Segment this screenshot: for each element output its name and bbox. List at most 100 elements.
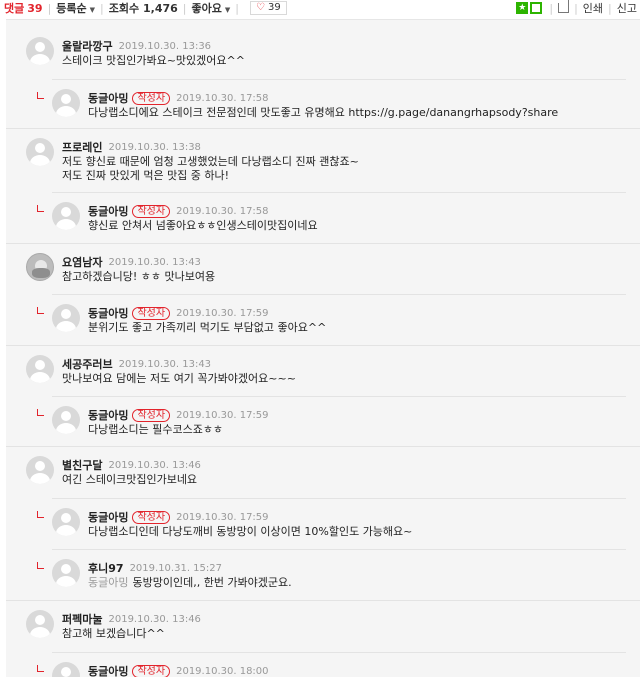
avatar[interactable]	[52, 202, 80, 230]
comment-author[interactable]: 동글아밍	[88, 663, 128, 677]
divider: |	[100, 1, 104, 15]
comment-author[interactable]: 세공주러브	[62, 356, 113, 372]
comment-author[interactable]: 퍼펙마눌	[62, 611, 102, 627]
comment-author[interactable]: 동글아밍	[88, 509, 128, 525]
comment-date: 2019.10.30. 13:43	[108, 256, 201, 268]
writer-badge: 작성자	[132, 204, 171, 218]
sort-dropdown[interactable]: 등록순 ▼	[56, 0, 95, 16]
writer-badge: 작성자	[132, 510, 171, 524]
comment-date: 2019.10.30. 13:46	[108, 613, 201, 625]
comment-text: 다낭랩소디는 필수코스죠ㅎㅎ	[88, 423, 224, 436]
reply-arrow-icon	[37, 307, 44, 314]
reply-divider	[52, 652, 626, 653]
comment-toolbar: 댓글 39 | 등록순 ▼ | 조회수 1,476 | 좋아요 ▼ | ♡ 39 ★ …	[0, 0, 640, 16]
avatar[interactable]	[52, 662, 80, 677]
report-link[interactable]: 신고	[617, 0, 637, 16]
comments-label[interactable]: 댓글	[4, 0, 24, 16]
avatar[interactable]	[26, 610, 54, 638]
comment-author[interactable]: 울랄라깡구	[62, 38, 113, 54]
share-icon[interactable]	[558, 0, 570, 13]
avatar[interactable]	[52, 559, 80, 587]
view-count: 조회수 1,476	[109, 0, 178, 16]
reply-divider	[52, 549, 626, 550]
avatar[interactable]	[52, 508, 80, 536]
comment-divider	[6, 243, 640, 244]
comment-divider	[6, 345, 640, 346]
comment-date: 2019.10.31. 15:27	[129, 562, 222, 574]
reply-divider	[52, 79, 626, 80]
divider: |	[608, 1, 612, 15]
comment-author[interactable]: 프로레인	[62, 139, 102, 155]
comment-date: 2019.10.30. 17:58	[176, 205, 269, 217]
comment-text-content: 동방망이인데,, 한번 가봐야겠군요.	[132, 576, 292, 589]
comment-author[interactable]: 후니97	[88, 560, 124, 576]
reply-arrow-icon	[37, 511, 44, 518]
writer-badge: 작성자	[132, 306, 171, 320]
avatar[interactable]	[26, 456, 54, 484]
comment-text: 동글아밍 동방망이인데,, 한번 가봐야겠군요.	[88, 576, 292, 590]
comment-author[interactable]: 별친구달	[62, 457, 102, 473]
comment-date: 2019.10.30. 13:36	[118, 40, 212, 52]
comment-author[interactable]: 동글아밍	[88, 305, 128, 321]
naver-share-icon[interactable]: ★	[516, 2, 529, 14]
bookmark-icon[interactable]	[530, 2, 543, 14]
reply-divider	[52, 294, 626, 295]
comment-list: 울랄라깡구 2019.10.30. 13:36 스테이크 맛집인가봐요~맛있겠어요…	[6, 19, 640, 677]
views-label: 조회수	[108, 2, 140, 15]
divider: |	[235, 1, 239, 15]
chevron-down-icon: ▼	[89, 6, 96, 14]
avatar[interactable]	[52, 406, 80, 434]
comment-date: 2019.10.30. 17:59	[176, 307, 269, 319]
heart-count: 39	[267, 2, 281, 13]
mention-tag[interactable]: 동글아밍	[88, 576, 128, 589]
comment-date: 2019.10.30. 17:58	[176, 92, 269, 104]
comment-date: 2019.10.30. 13:38	[108, 141, 201, 153]
chevron-down-icon: ▼	[224, 6, 231, 14]
comment-text: 분위기도 좋고 가족끼리 먹기도 부담없고 좋아요^^	[88, 321, 327, 334]
reply-arrow-icon	[37, 562, 44, 569]
divider: |	[182, 1, 187, 15]
avatar[interactable]	[52, 304, 80, 332]
sort-label: 등록순	[56, 2, 87, 15]
like-button[interactable]: ♡ 39	[249, 1, 287, 15]
reply-divider	[52, 192, 626, 193]
comment-divider	[6, 600, 640, 601]
reply-arrow-icon	[37, 409, 44, 416]
comment-text: 맛나보여요 담에는 저도 여기 꼭가봐야겠어요~~~	[62, 372, 296, 385]
writer-badge: 작성자	[132, 408, 171, 422]
reply-divider	[52, 498, 626, 499]
reply-arrow-icon	[37, 665, 44, 672]
comments-count[interactable]: 39	[27, 2, 42, 15]
comment-author[interactable]: 동글아밍	[88, 203, 128, 219]
comment-date: 2019.10.30. 18:00	[176, 665, 269, 677]
reply-arrow-icon	[37, 92, 44, 99]
writer-badge: 작성자	[132, 91, 171, 105]
divider: |	[47, 1, 52, 15]
print-link[interactable]: 인쇄	[583, 0, 603, 16]
comment-date: 2019.10.30. 17:59	[176, 409, 269, 421]
comment-text: 스테이크 맛집인가봐요~맛있겠어요^^	[62, 54, 245, 67]
comment-author[interactable]: 요염남자	[62, 254, 102, 270]
likes-label: 좋아요	[191, 2, 222, 15]
avatar[interactable]	[26, 355, 54, 383]
likes-dropdown[interactable]: 좋아요 ▼	[192, 0, 231, 16]
comment-author[interactable]: 동글아밍	[88, 407, 128, 423]
comment-date: 2019.10.30. 13:43	[118, 358, 212, 370]
divider: |	[574, 1, 578, 15]
avatar[interactable]	[26, 37, 54, 65]
comment-text: 다낭랩소디인데 다낭도깨비 동방망이 이상이면 10%할인도 가능해요~	[88, 525, 413, 538]
heart-icon: ♡	[255, 2, 265, 13]
comment-text: 참고하겠습니당! ㅎㅎ 맛나보여용	[62, 270, 216, 283]
comment-text: 다낭랩소디에요 스테이크 전문점인데 맛도좋고 유명해요 https://g.p…	[88, 106, 559, 119]
comment-text: 여긴 스테이크맛집인가보네요	[62, 473, 198, 486]
reply-arrow-icon	[37, 205, 44, 212]
reply-divider	[52, 396, 626, 397]
comment-date: 2019.10.30. 17:59	[176, 511, 269, 523]
comment-text: 참고해 보겠습니다^^	[62, 627, 165, 640]
comment-author[interactable]: 동글아밍	[88, 90, 128, 106]
avatar[interactable]	[26, 253, 54, 281]
avatar[interactable]	[26, 138, 54, 166]
comment-divider	[6, 128, 640, 129]
comment-divider	[6, 446, 640, 447]
avatar[interactable]	[52, 89, 80, 117]
